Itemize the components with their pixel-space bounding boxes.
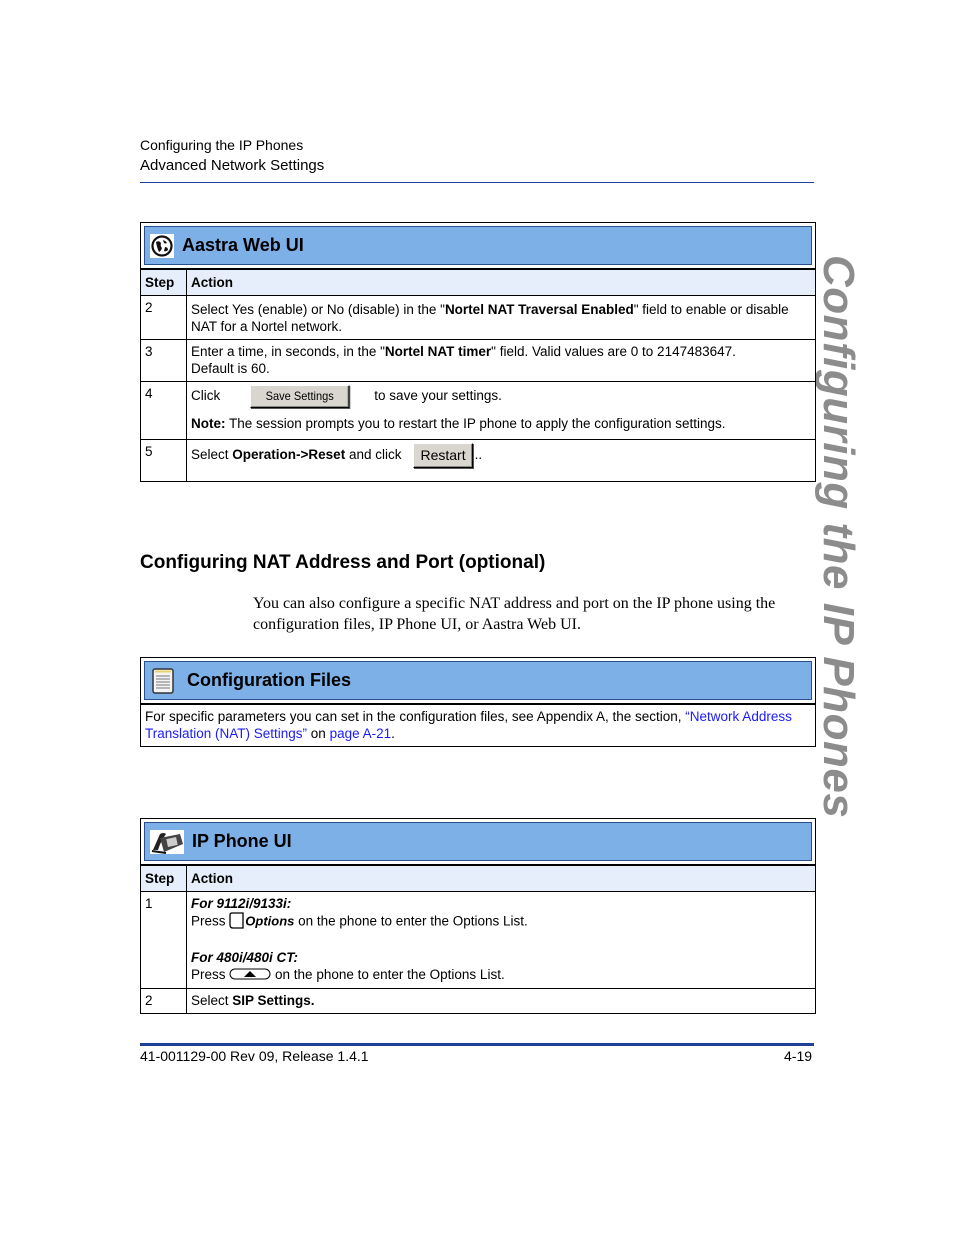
desk-phone-icon	[150, 829, 184, 854]
running-header-section: Advanced Network Settings	[140, 157, 325, 174]
step-number: 3	[140, 339, 187, 382]
table-row: For specific parameters you can set in t…	[140, 704, 816, 747]
footer-rule	[140, 1043, 814, 1046]
chapter-side-tab: Configuring the IP Phones	[814, 255, 875, 818]
step-number: 1	[140, 891, 187, 989]
step-number: 5	[140, 439, 187, 482]
column-header-action: Action	[186, 865, 816, 892]
options-up-key-icon	[229, 967, 271, 984]
column-header-step: Step	[140, 865, 187, 892]
ip-phone-ui-panel-title: IP Phone UI	[192, 831, 292, 851]
step-number: 2	[140, 987, 187, 1014]
table-row: 4 Click Save Settings to save your setting…	[140, 381, 816, 440]
note-label: Note:	[191, 416, 226, 431]
restart-button[interactable]: Restart	[413, 443, 473, 468]
menu-path: Operation->Reset	[232, 447, 346, 463]
table-row: 3 Enter a time, in seconds, in the "Nort…	[140, 339, 816, 382]
web-ui-panel-title: Aastra Web UI	[182, 235, 304, 255]
chapter-side-tab-label: Configuring the IP Phones	[814, 255, 863, 819]
section-heading: Configuring NAT Address and Port (option…	[140, 552, 546, 573]
web-ui-panel: Aastra Web UI Step Action 2 Select Yes (…	[140, 222, 816, 482]
column-header-step: Step	[140, 269, 187, 296]
table-row: 2 Select Yes (enable) or No (disable) in…	[140, 295, 816, 340]
column-header-action: Action	[186, 269, 816, 296]
table-header-row: Step Action	[140, 865, 816, 892]
table-row: 2 Select SIP Settings.	[140, 987, 816, 1014]
footer-doc-id: 41-001129-00 Rev 09, Release 1.4.1	[140, 1048, 369, 1064]
field-name: Nortel NAT Traversal Enabled	[444, 302, 634, 317]
web-ui-panel-header: Aastra Web UI	[140, 222, 816, 269]
running-header-chapter: Configuring the IP Phones	[140, 137, 304, 153]
step-action: Click Save Settings to save your settings.…	[186, 381, 816, 440]
model-label: For 9112i/9133i:	[191, 896, 292, 911]
config-files-text: For specific parameters you can set in t…	[140, 704, 816, 747]
save-settings-button[interactable]: Save Settings	[250, 385, 350, 408]
config-files-panel-title: Configuration Files	[187, 670, 351, 690]
ip-phone-ui-panel: IP Phone UI Step Action 1 For 9112i/9133…	[140, 818, 816, 1014]
step-number: 4	[140, 381, 187, 440]
options-key-label: Options	[245, 913, 295, 929]
step-action: Select Yes (enable) or No (disable) in t…	[186, 295, 816, 340]
step-number: 2	[140, 295, 187, 340]
page-ref-link[interactable]: page A-21	[330, 726, 392, 741]
ip-phone-ui-panel-header: IP Phone UI	[140, 818, 816, 865]
table-row: 5 Select Operation->Reset and click Resta…	[140, 439, 816, 482]
config-files-table: For specific parameters you can set in t…	[140, 704, 816, 747]
menu-item-name: SIP Settings.	[232, 992, 315, 1008]
step-action: Enter a time, in seconds, in the "Nortel…	[186, 339, 816, 382]
model-label: For 480i/480i CT:	[191, 950, 299, 965]
section-paragraph: You can also configure a specific NAT ad…	[253, 595, 776, 633]
step-action: For 9112i/9133i: Press Options on the ph…	[186, 891, 816, 989]
header-rule	[140, 182, 814, 183]
config-files-panel: Configuration Files For specific paramet…	[140, 657, 816, 747]
globe-icon	[150, 233, 174, 258]
web-ui-steps-table: Step Action 2 Select Yes (enable) or No …	[140, 269, 816, 482]
options-key-icon	[229, 912, 245, 932]
footer-page-number: 4-19	[784, 1048, 813, 1064]
step-action: Select Operation->Reset and click Restart…	[186, 439, 816, 482]
field-name: Nortel NAT timer	[384, 344, 492, 359]
notepad-icon	[151, 667, 175, 694]
table-header-row: Step Action	[140, 269, 816, 296]
config-files-panel-header: Configuration Files	[140, 657, 816, 704]
ip-phone-steps-table: Step Action 1 For 9112i/9133i: Press Opt…	[140, 865, 816, 1014]
table-row: 1 For 9112i/9133i: Press Options on the …	[140, 891, 816, 989]
step-action: Select SIP Settings.	[186, 987, 816, 1014]
